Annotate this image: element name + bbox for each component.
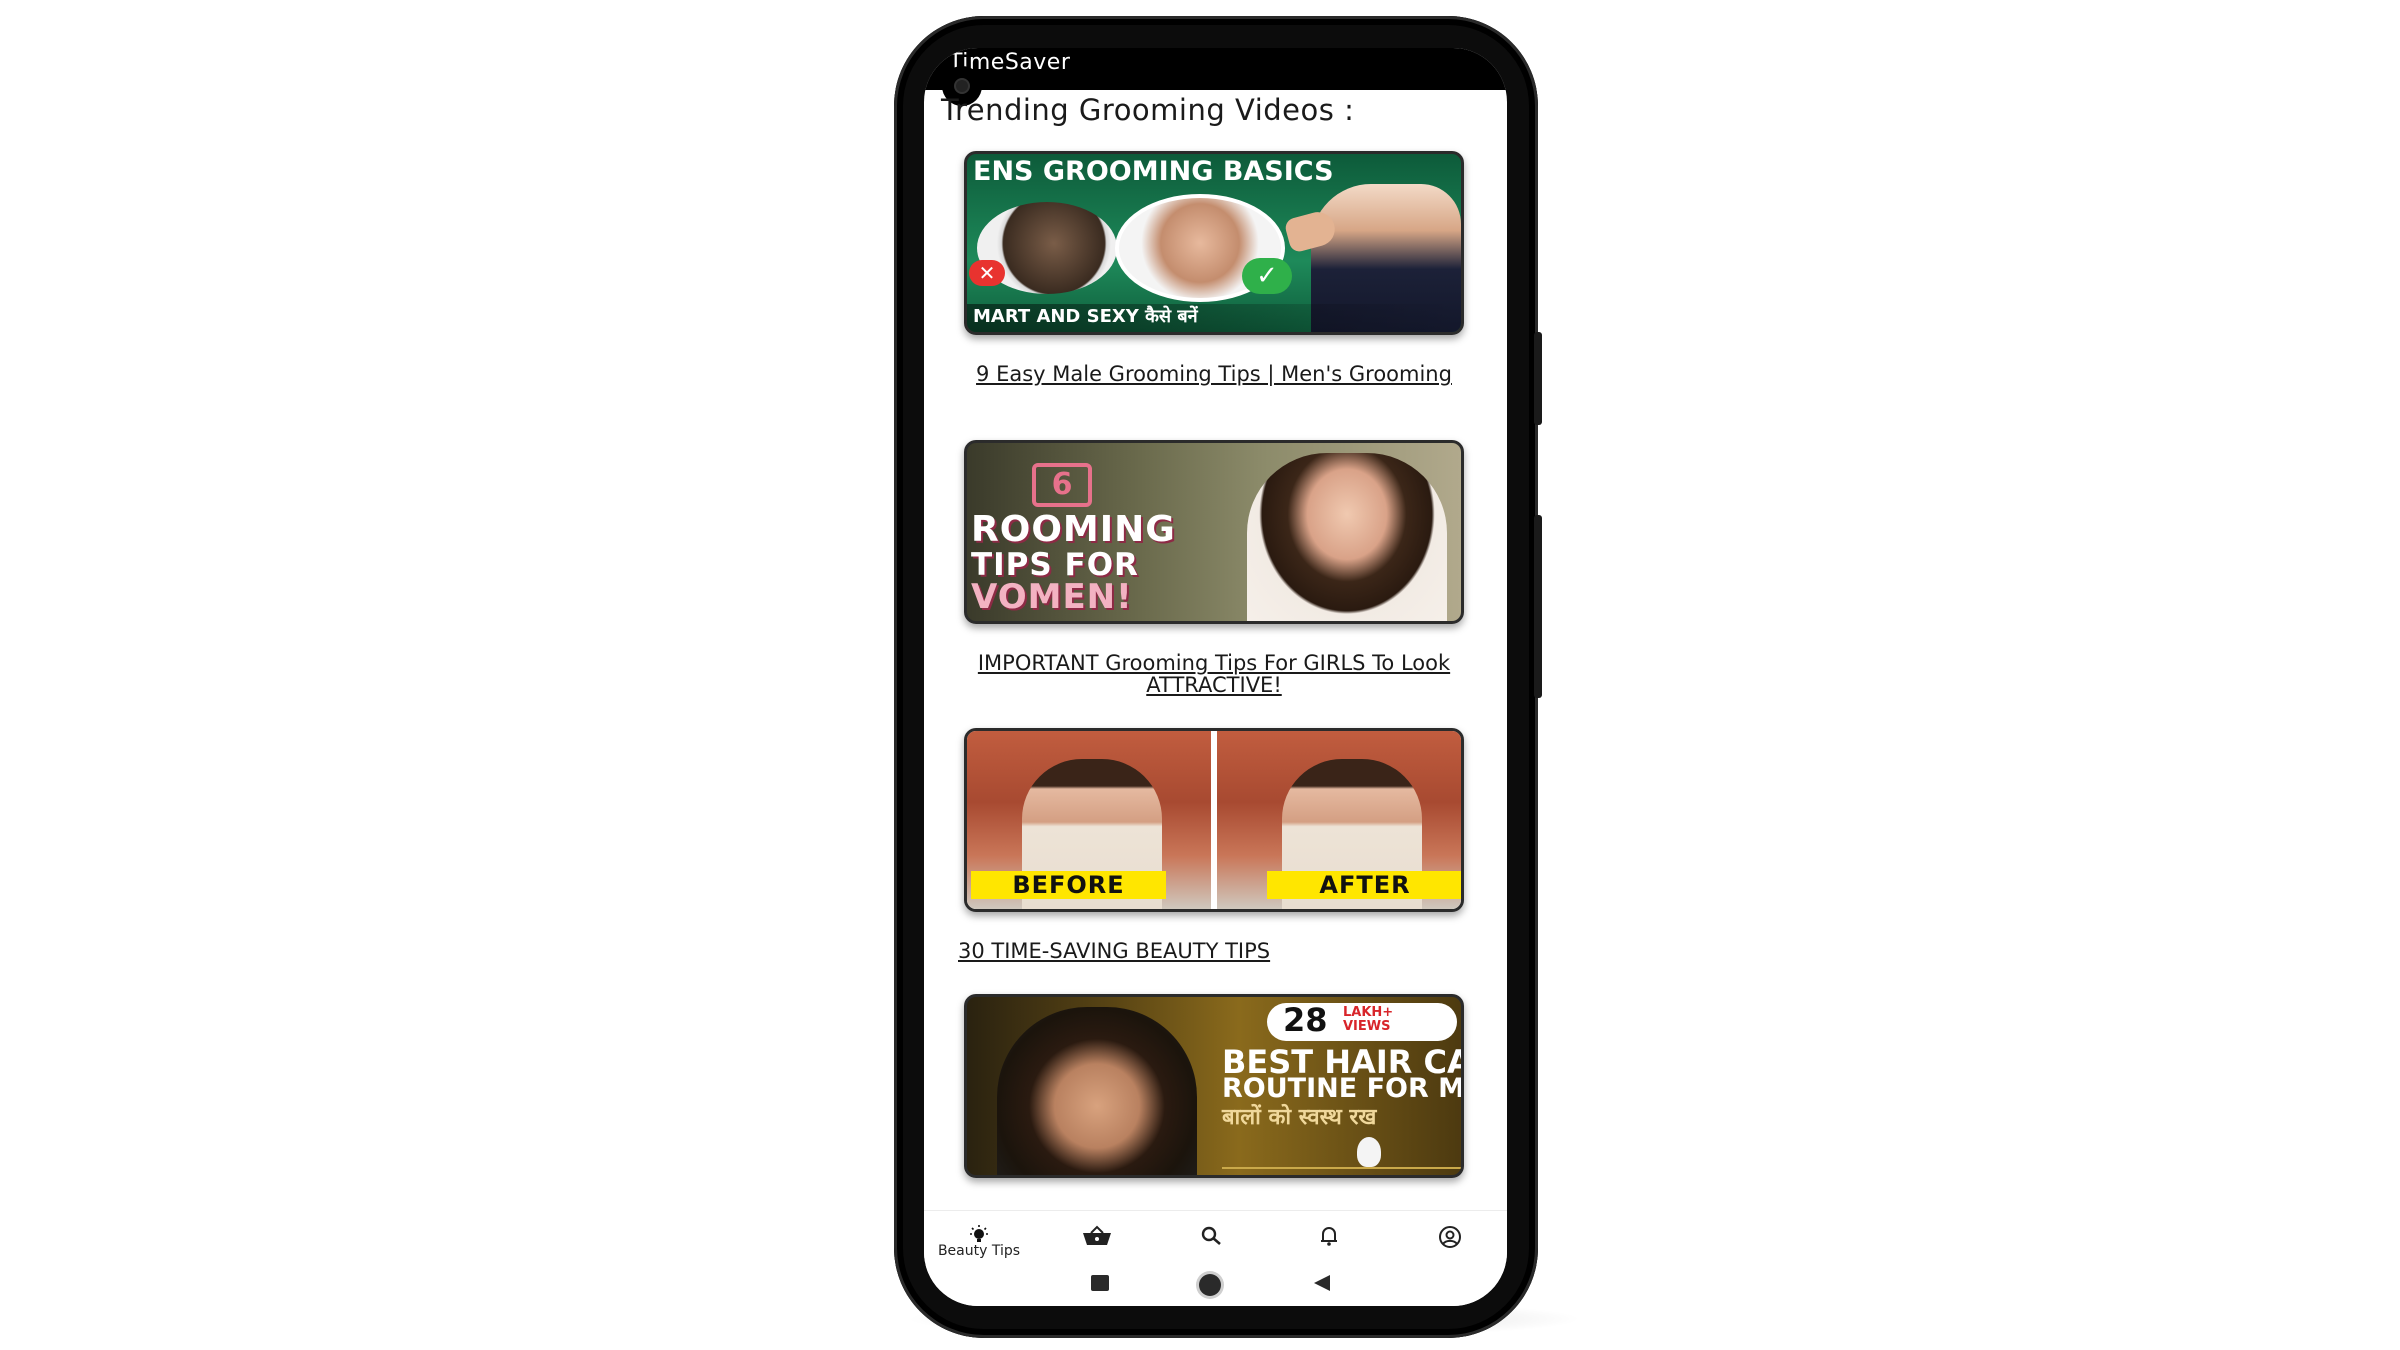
- after-label: AFTER: [1267, 871, 1461, 899]
- views-unit: LAKH+ VIEWS: [1343, 1006, 1393, 1034]
- search-icon: [1201, 1226, 1221, 1245]
- thumb-text-line3: बालों को स्वस्थ रख: [1222, 1105, 1377, 1130]
- home-button[interactable]: [1199, 1274, 1221, 1296]
- nav-shop[interactable]: [1039, 1211, 1149, 1263]
- video-title-link[interactable]: 9 Easy Male Grooming Tips | Men's Groomi…: [954, 363, 1474, 385]
- thumb-text-line3: VOMEN!: [971, 577, 1133, 617]
- video-thumbnail[interactable]: BEFORE AFTER: [964, 728, 1464, 912]
- cross-icon: ✕: [969, 260, 1005, 286]
- system-navigation: [924, 1264, 1507, 1306]
- views-count: 28: [1283, 1001, 1328, 1039]
- video-thumbnail[interactable]: 6 ROOMING TIPS FOR VOMEN!: [964, 440, 1464, 624]
- bell-icon: [1321, 1227, 1337, 1246]
- video-title-link[interactable]: IMPORTANT Grooming Tips For GIRLS To Loo…: [954, 652, 1474, 696]
- recent-apps-button[interactable]: [1091, 1275, 1109, 1291]
- thumb-divider: [1222, 1167, 1461, 1169]
- hair-strand-icon: [1357, 1137, 1381, 1167]
- thumb-image-man: [997, 1007, 1197, 1175]
- views-unit-line1: LAKH+: [1343, 1005, 1394, 1020]
- account-icon: [1439, 1226, 1461, 1248]
- views-unit-line2: VIEWS: [1343, 1019, 1391, 1034]
- views-badge: 28 LAKH+ VIEWS: [1267, 1001, 1457, 1041]
- thumb-text-line1: ROOMING: [971, 509, 1176, 550]
- camera-lens: [956, 80, 968, 92]
- phone-screen: TimeSaver Trending Grooming Videos : ✕ ✓…: [924, 48, 1507, 1306]
- thumb-text-top: ENS GROOMING BASICS: [973, 156, 1334, 187]
- thumb-image-woman: [1247, 453, 1447, 621]
- app-bar: TimeSaver: [924, 48, 1507, 90]
- video-thumbnail[interactable]: ✕ ✓ ENS GROOMING BASICS MART AND SEXY कै…: [964, 151, 1464, 335]
- volume-button: [1534, 515, 1542, 698]
- thumb-divider: [1211, 731, 1217, 909]
- nav-account[interactable]: [1390, 1211, 1500, 1263]
- nav-notifications[interactable]: [1273, 1211, 1383, 1263]
- power-button: [1534, 332, 1542, 425]
- thumb-number: 6: [1032, 463, 1092, 507]
- basket-icon: [1083, 1225, 1111, 1245]
- nav-beauty-tips-label: Beauty Tips: [937, 1243, 1021, 1259]
- thumb-text-line2: ROUTINE FOR ME: [1222, 1073, 1464, 1104]
- video-thumbnail[interactable]: 28 LAKH+ VIEWS BEST HAIR CAF ROUTINE FOR…: [964, 994, 1464, 1178]
- check-icon: ✓: [1242, 258, 1292, 294]
- nav-beauty-tips[interactable]: Beauty Tips: [924, 1211, 1034, 1263]
- video-title-link[interactable]: 30 TIME-SAVING BEAUTY TIPS: [958, 940, 1478, 962]
- lightbulb-icon: [970, 1225, 988, 1242]
- section-heading: Trending Grooming Videos :: [941, 93, 1355, 127]
- before-label: BEFORE: [971, 871, 1166, 899]
- back-button[interactable]: [1314, 1275, 1330, 1291]
- bottom-navigation: Beauty Tips: [924, 1210, 1507, 1262]
- thumb-text-bottom: MART AND SEXY कैसे बनें: [967, 304, 1461, 332]
- nav-search[interactable]: [1156, 1211, 1266, 1263]
